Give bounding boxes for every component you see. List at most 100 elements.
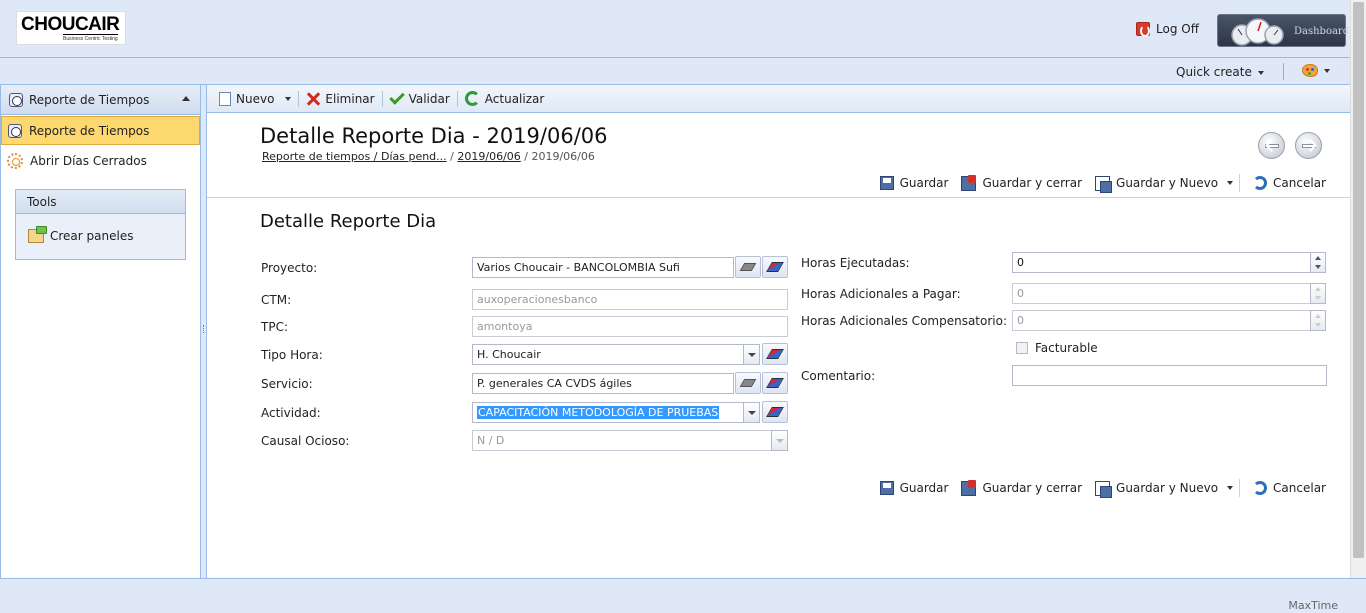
facturable-label: Facturable [1035, 341, 1098, 355]
logoff-label: Log Off [1156, 22, 1199, 36]
refresh-button[interactable]: Actualizar [460, 88, 550, 110]
collapse-icon[interactable] [182, 96, 190, 101]
save-new-icon [1095, 175, 1113, 193]
breadcrumb-current: 2019/06/06 [531, 150, 595, 163]
save-close-button[interactable]: Guardar y cerrar [961, 174, 1082, 191]
save-new-label: Guardar y Nuevo [1116, 481, 1219, 495]
save-close-icon [961, 479, 977, 496]
tpc-field: amontoya [472, 316, 788, 337]
actividad-dropdown-trigger[interactable] [743, 402, 760, 423]
save-button[interactable]: Guardar [879, 176, 949, 190]
divider [207, 197, 1350, 198]
save-icon [879, 481, 894, 495]
eraser-icon [739, 379, 757, 387]
new-label: Nuevo [236, 91, 275, 106]
refresh-icon [464, 91, 480, 106]
clock-icon [9, 92, 23, 107]
horas-ejecutadas-input[interactable]: 0 [1012, 252, 1311, 273]
comentario-input[interactable] [1012, 365, 1327, 386]
save-icon [879, 176, 894, 190]
dashboard-button[interactable]: Dashboard [1217, 14, 1349, 47]
quick-create-dropdown[interactable]: Quick create [1176, 65, 1264, 79]
save-new-button[interactable]: Guardar y Nuevo [1095, 175, 1219, 193]
horas-adicionales-pagar-spinner [1310, 283, 1326, 304]
horas-adicionales-comp-input: 0 [1012, 310, 1311, 331]
scrollbar-thumb[interactable] [1353, 2, 1364, 558]
secondary-bar: Quick create [0, 58, 1350, 85]
logo-tagline: Business Centric Testing [63, 34, 118, 42]
tipo-hora-select[interactable]: H. Choucair [472, 344, 744, 365]
main-toolbar: Nuevo Eliminar Validar Actualizar [207, 85, 1350, 113]
divider [298, 90, 300, 107]
actividad-select[interactable]: CAPACITACIÓN METODOLOGÍA DE PRUEBAS [472, 402, 744, 423]
next-record-button[interactable] [1295, 132, 1322, 159]
causal-ocioso-select: N / D [472, 430, 772, 451]
gear-icon [7, 152, 23, 169]
eraser-icon [739, 263, 757, 271]
edit-actividad-button[interactable] [762, 401, 788, 423]
breadcrumb-link[interactable]: 2019/06/06 [457, 150, 520, 163]
chevron-down-icon[interactable] [1227, 486, 1234, 490]
divider [1239, 479, 1241, 497]
sidebar-item-label: Reporte de Tiempos [29, 123, 150, 138]
sidebar: Reporte de Tiempos Reporte de Tiempos Ab… [0, 85, 201, 578]
clear-proyecto-button[interactable] [735, 256, 761, 278]
validate-label: Validar [408, 91, 450, 106]
proyecto-field[interactable]: Varios Choucair - BANCOLOMBIA Sufi [472, 257, 734, 278]
theme-dropdown[interactable] [1302, 64, 1330, 77]
actividad-label: Actividad: [261, 406, 321, 420]
causal-ocioso-label: Causal Ocioso: [261, 434, 350, 448]
form-actions-top: Guardar Guardar y cerrar Guardar y Nuevo… [867, 174, 1326, 193]
edit-tipo-hora-button[interactable] [762, 343, 788, 365]
crear-paneles-link[interactable]: Crear paneles [16, 214, 185, 243]
save-new-label: Guardar y Nuevo [1116, 176, 1219, 190]
chevron-down-icon[interactable] [1227, 181, 1234, 185]
palette-icon [1302, 64, 1318, 77]
new-button[interactable]: Nuevo [214, 88, 296, 110]
sidebar-item-abrir-dias-cerrados[interactable]: Abrir Días Cerrados [1, 146, 200, 175]
quick-create-label: Quick create [1176, 65, 1252, 79]
footer-brand: MaxTime [1288, 599, 1338, 612]
previous-record-button[interactable] [1258, 132, 1285, 159]
tools-header: Tools [16, 190, 185, 214]
tipo-hora-dropdown-trigger[interactable] [743, 344, 760, 365]
servicio-field[interactable]: P. generales CA CVDS ágiles [472, 373, 734, 394]
proyecto-label: Proyecto: [261, 261, 318, 275]
horas-adicionales-comp-label: Horas Adicionales Compensatorio: [801, 314, 1008, 328]
save-close-icon [961, 174, 977, 191]
divider [1239, 174, 1241, 192]
document-icon [219, 91, 231, 106]
validate-button[interactable]: Validar [385, 88, 455, 110]
breadcrumb: Reporte de tiempos / Días pend... / 2019… [262, 150, 595, 163]
edit-icon [766, 378, 784, 388]
chevron-down-icon[interactable] [285, 96, 292, 101]
save-label: Guardar [899, 176, 949, 190]
cancel-button[interactable]: Cancelar [1253, 481, 1326, 495]
tools-panel: Tools Crear paneles [15, 189, 186, 260]
sidebar-item-reporte-tiempos[interactable]: Reporte de Tiempos [1, 116, 200, 145]
breadcrumb-link[interactable]: Reporte de tiempos / Días pend... [262, 150, 447, 163]
facturable-checkbox[interactable] [1016, 342, 1028, 354]
main-content: Detalle Reporte Dia - 2019/06/06 Reporte… [207, 113, 1350, 578]
cancel-button[interactable]: Cancelar [1253, 176, 1326, 190]
tipo-hora-label: Tipo Hora: [261, 348, 323, 362]
horas-ejecutadas-spinner[interactable] [1310, 252, 1326, 273]
panel-add-icon [28, 226, 47, 243]
save-button[interactable]: Guardar [879, 481, 948, 495]
ctm-label: CTM: [261, 293, 292, 307]
save-new-button[interactable]: Guardar y Nuevo [1095, 480, 1219, 498]
choucair-logo: CHOUCAIR Business Centric Testing [16, 11, 126, 45]
vertical-scrollbar[interactable] [1350, 0, 1366, 578]
logoff-button[interactable]: Log Off [1136, 21, 1199, 37]
save-close-button[interactable]: Guardar y cerrar [961, 479, 1082, 496]
divider [456, 90, 458, 107]
delete-button[interactable]: Eliminar [301, 88, 379, 110]
chevron-down-icon [1257, 70, 1264, 75]
delete-label: Eliminar [325, 91, 375, 106]
clear-servicio-button[interactable] [735, 372, 761, 394]
comentario-label: Comentario: [801, 369, 876, 383]
edit-proyecto-button[interactable] [762, 256, 788, 278]
sidebar-item-label: Abrir Días Cerrados [30, 153, 147, 168]
edit-servicio-button[interactable] [762, 372, 788, 394]
horas-ejecutadas-label: Horas Ejecutadas: [801, 256, 910, 270]
